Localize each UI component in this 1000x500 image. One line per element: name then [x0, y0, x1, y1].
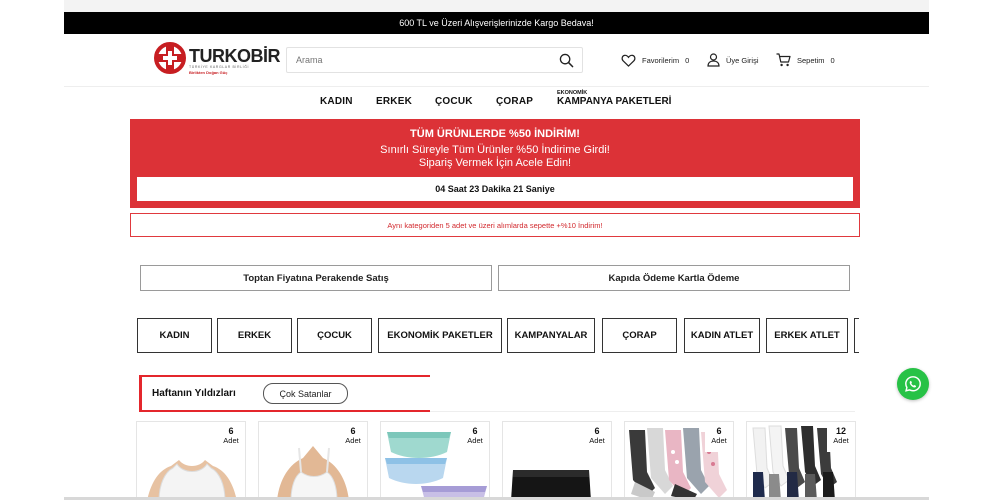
product-qty-unit: Adet	[711, 436, 727, 445]
whatsapp-icon	[905, 376, 921, 392]
login-label: Üye Girişi	[726, 55, 759, 65]
tab-active-edge	[139, 375, 142, 412]
search-input[interactable]	[287, 48, 547, 72]
header: TURKOBİR TÜRKİYE KARGLAR BİRLİĞİ Birlikt…	[64, 34, 929, 87]
tab-haftanin-yildizlari-label: Haftanın Yıldızları	[152, 388, 236, 399]
user-icon	[707, 53, 720, 67]
product-qty: 12 Adet	[827, 422, 855, 452]
product-qty-number: 6	[716, 426, 722, 436]
heart-icon	[621, 54, 636, 67]
product-qty: 6 Adet	[217, 422, 245, 452]
whatsapp-button[interactable]	[897, 368, 929, 400]
product-qty-unit: Adet	[467, 436, 483, 445]
logo-mark-icon	[154, 42, 186, 74]
logo[interactable]: TURKOBİR TÜRKİYE KARGLAR BİRLİĞİ Birlikt…	[154, 42, 281, 82]
logo-text: TURKOBİR TÜRKİYE KARGLAR BİRLİĞİ Birlikt…	[189, 46, 281, 76]
favorites-count: 0	[685, 55, 690, 65]
product-list: 6 Adet 6 Adet 6 Adet 6 Adet 6 Adet 12 Ad…	[136, 421, 858, 500]
product-qty: 6 Adet	[339, 422, 367, 452]
cart-link[interactable]: Sepetim 0	[776, 53, 835, 67]
discount-notice: Aynı kategoriden 5 adet ve üzeri alımlar…	[130, 213, 860, 237]
page: 600 TL ve Üzeri Alışverişlerinizde Kargo…	[64, 0, 929, 500]
login-link[interactable]: Üye Girişi	[707, 53, 759, 67]
shipping-bar: 600 TL ve Üzeri Alışverişlerinizde Kargo…	[64, 12, 929, 34]
cart-label: Sepetim	[797, 55, 825, 65]
tab-cok-satanlar[interactable]: Çok Satanlar	[263, 383, 348, 404]
promo-line-2: Sınırlı Süreyle Tüm Ürünler %50 İndirime…	[380, 144, 610, 156]
favorites-link[interactable]: Favorilerim 0	[621, 53, 689, 67]
search-icon[interactable]	[559, 53, 574, 68]
product-card[interactable]: 6 Adet	[258, 421, 368, 500]
nav-item-cocuk[interactable]: ÇOCUK	[435, 96, 473, 107]
category-erkek-atlet[interactable]: ERKEK ATLET	[766, 318, 848, 353]
main-nav: KADIN ERKEK ÇOCUK ÇORAP EKONOMİK KAMPANY…	[64, 88, 929, 116]
feature-wholesale[interactable]: Toptan Fiyatına Perakende Satış	[140, 265, 492, 291]
product-card[interactable]: 6 Adet	[624, 421, 734, 500]
product-qty-number: 12	[835, 426, 846, 436]
category-kampanyalar[interactable]: KAMPANYALAR	[507, 318, 595, 353]
category-cocuk[interactable]: ÇOCUK	[297, 318, 372, 353]
category-next[interactable]	[854, 318, 859, 353]
search-box	[286, 47, 583, 73]
product-card[interactable]: 6 Adet	[136, 421, 246, 500]
promo-banner: TÜM ÜRÜNLERDE %50 İNDİRİM! Sınırlı Sürey…	[130, 119, 860, 208]
promo-headline: TÜM ÜRÜNLERDE %50 İNDİRİM!	[410, 128, 580, 140]
product-qty-number: 6	[350, 426, 356, 436]
product-card[interactable]: 12 Adet	[746, 421, 856, 500]
product-qty-unit: Adet	[589, 436, 605, 445]
nav-item-corap[interactable]: ÇORAP	[496, 96, 533, 107]
nav-kampanya-big: KAMPANYA PAKETLERİ	[557, 96, 672, 107]
product-qty-number: 6	[228, 426, 234, 436]
favorites-label: Favorilerim	[642, 55, 680, 65]
category-kadin-atlet[interactable]: KADIN ATLET	[684, 318, 760, 353]
shipping-bar-text: 600 TL ve Üzeri Alışverişlerinizde Kargo…	[399, 18, 594, 28]
nav-item-erkek[interactable]: ERKEK	[376, 96, 412, 107]
product-qty: 6 Adet	[583, 422, 611, 452]
nav-item-kampanya[interactable]: EKONOMİK KAMPANYA PAKETLERİ	[557, 90, 671, 108]
top-strip	[64, 0, 929, 12]
product-qty-number: 6	[472, 426, 478, 436]
product-qty-unit: Adet	[223, 436, 239, 445]
product-qty-unit: Adet	[345, 436, 361, 445]
product-qty: 6 Adet	[705, 422, 733, 452]
logo-slogan: Birlikten Doğan Güç	[189, 70, 228, 75]
cart-icon	[776, 53, 791, 67]
product-card[interactable]: 6 Adet	[502, 421, 612, 500]
countdown-timer: 04 Saat 23 Dakika 21 Saniye	[137, 177, 853, 201]
product-qty-unit: Adet	[833, 436, 849, 445]
nav-item-kadin[interactable]: KADIN	[320, 96, 353, 107]
category-erkek[interactable]: ERKEK	[217, 318, 292, 353]
feature-payment[interactable]: Kapıda Ödeme Kartla Ödeme	[498, 265, 850, 291]
product-qty: 6 Adet	[461, 422, 489, 452]
product-tabs: Haftanın Yıldızları Çok Satanlar	[139, 372, 855, 412]
category-ekonomik-paketler[interactable]: EKONOMİK PAKETLER	[378, 318, 502, 353]
category-kadin[interactable]: KADIN	[137, 318, 212, 353]
cart-count: 0	[830, 55, 835, 65]
product-qty-number: 6	[594, 426, 600, 436]
logo-title: TURKOBİR	[189, 46, 281, 66]
category-carousel: KADIN ERKEK ÇOCUK EKONOMİK PAKETLER KAMP…	[137, 318, 859, 354]
category-corap[interactable]: ÇORAP	[602, 318, 677, 353]
promo-line-3: Sipariş Vermek İçin Acele Edin!	[418, 157, 572, 169]
product-card[interactable]: 6 Adet	[380, 421, 490, 500]
